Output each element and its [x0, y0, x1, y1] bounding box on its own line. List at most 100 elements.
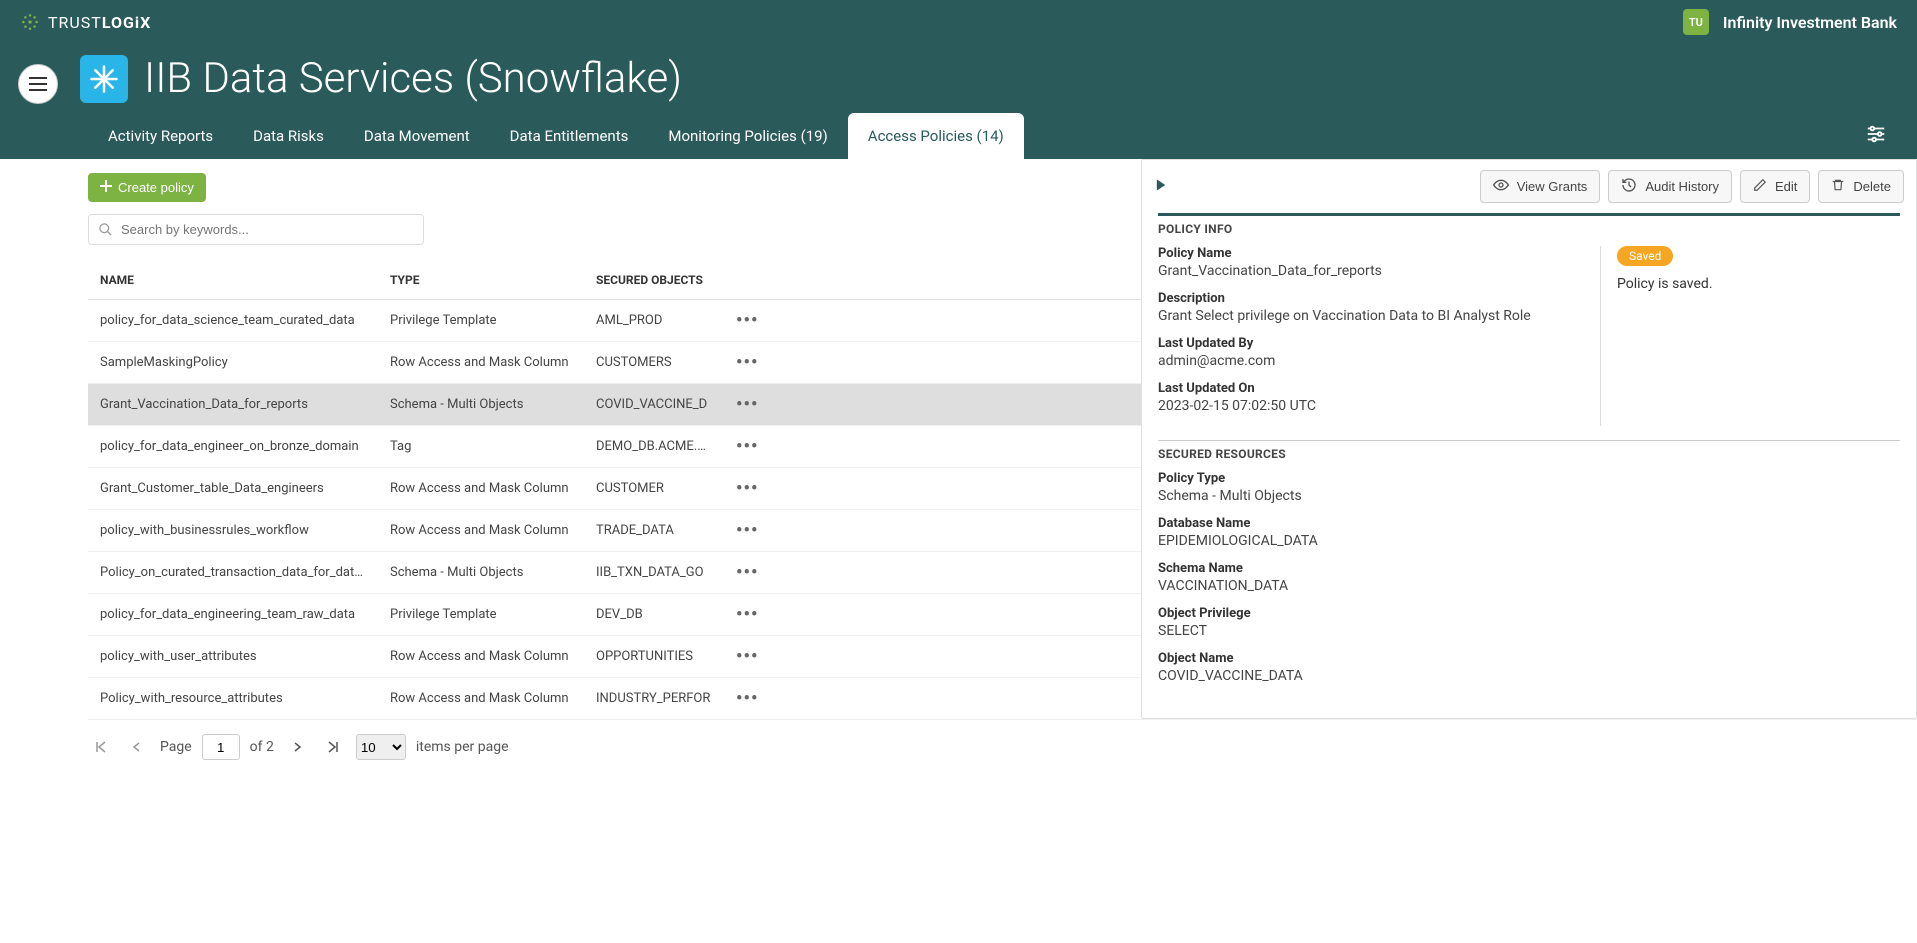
per-page-select[interactable]: 10 — [356, 734, 406, 760]
cell-name: policy_for_data_engineer_on_bronze_domai… — [88, 439, 378, 454]
cell-name: policy_for_data_engineering_team_raw_dat… — [88, 607, 378, 622]
tab-monitoring-policies[interactable]: Monitoring Policies (19) — [648, 113, 847, 159]
label-updated-on: Last Updated On — [1158, 381, 1576, 396]
tab-data-movement[interactable]: Data Movement — [344, 113, 490, 159]
value-schema-name: VACCINATION_DATA — [1158, 578, 1900, 594]
tab-data-entitlements[interactable]: Data Entitlements — [490, 113, 649, 159]
row-more-icon[interactable]: ••• — [736, 436, 758, 457]
cell-object: CUSTOMER — [584, 481, 724, 496]
search-wrap — [88, 214, 424, 245]
last-page-button[interactable] — [320, 734, 346, 760]
prev-page-button[interactable] — [124, 734, 150, 760]
cell-type: Row Access and Mask Column — [378, 355, 584, 370]
items-per-page-label: items per page — [416, 739, 509, 755]
cell-type: Tag — [378, 439, 584, 454]
next-page-button[interactable] — [284, 734, 310, 760]
th-name[interactable]: NAME — [88, 273, 378, 287]
row-more-icon[interactable]: ••• — [736, 310, 758, 331]
eye-icon — [1493, 179, 1509, 194]
view-grants-button[interactable]: View Grants — [1480, 170, 1601, 203]
cell-object: DEMO_DB.ACME.DA — [584, 439, 724, 454]
label-policy-name: Policy Name — [1158, 246, 1576, 261]
search-icon — [98, 222, 113, 237]
cell-object: IIB_TXN_DATA_GO — [584, 565, 724, 580]
cell-name: SampleMaskingPolicy — [88, 355, 378, 370]
value-updated-on: 2023-02-15 07:02:50 UTC — [1158, 398, 1576, 414]
cell-object: DEV_DB — [584, 607, 724, 622]
row-more-icon[interactable]: ••• — [736, 478, 758, 499]
cell-name: policy_with_businessrules_workflow — [88, 523, 378, 538]
row-more-icon[interactable]: ••• — [736, 394, 758, 415]
plus-icon — [100, 180, 112, 195]
cell-type: Privilege Template — [378, 607, 584, 622]
value-object-name: COVID_VACCINE_DATA — [1158, 668, 1900, 684]
topbar: TRUSTLOGiX TU Infinity Investment Bank — [0, 0, 1917, 44]
page-input[interactable] — [202, 734, 240, 760]
value-updated-by: admin@acme.com — [1158, 353, 1576, 369]
audit-history-button[interactable]: Audit History — [1608, 170, 1732, 203]
label-policy-type: Policy Type — [1158, 471, 1900, 486]
label-schema-name: Schema Name — [1158, 561, 1900, 576]
cell-type: Schema - Multi Objects — [378, 565, 584, 580]
first-page-button[interactable] — [88, 734, 114, 760]
brand: TRUSTLOGiX — [20, 12, 151, 32]
cell-object: OPPORTUNITIES — [584, 649, 724, 664]
topbar-right: TU Infinity Investment Bank — [1683, 9, 1897, 35]
tabs: Activity Reports Data Risks Data Movemen… — [0, 113, 1917, 159]
cell-type: Row Access and Mask Column — [378, 649, 584, 664]
cell-name: policy_for_data_science_team_curated_dat… — [88, 313, 378, 328]
row-more-icon[interactable]: ••• — [736, 520, 758, 541]
cell-object: TRADE_DATA — [584, 523, 724, 538]
delete-button[interactable]: Delete — [1818, 170, 1904, 203]
saved-badge: Saved — [1617, 246, 1673, 266]
collapse-panel-button[interactable] — [1154, 178, 1168, 196]
create-policy-button[interactable]: Create policy — [88, 173, 206, 202]
cell-name: policy_with_user_attributes — [88, 649, 378, 664]
row-more-icon[interactable]: ••• — [736, 562, 758, 583]
cell-type: Row Access and Mask Column — [378, 481, 584, 496]
edit-icon — [1753, 178, 1767, 195]
page-of-label: of 2 — [250, 739, 274, 755]
label-object-name: Object Name — [1158, 651, 1900, 666]
secured-resources-title: SECURED RESOURCES — [1158, 447, 1900, 461]
saved-message: Policy is saved. — [1617, 276, 1900, 292]
cell-name: Grant_Vaccination_Data_for_reports — [88, 397, 378, 412]
tune-icon[interactable] — [1865, 123, 1887, 149]
cell-type: Row Access and Mask Column — [378, 691, 584, 706]
value-db-name: EPIDEMIOLOGICAL_DATA — [1158, 533, 1900, 549]
th-type[interactable]: TYPE — [378, 273, 584, 287]
pager: Page of 2 10 items per page — [88, 720, 1917, 774]
value-policy-name: Grant_Vaccination_Data_for_reports — [1158, 263, 1576, 279]
cell-object: AML_PROD — [584, 313, 724, 328]
snowflake-icon — [80, 55, 128, 103]
search-input[interactable] — [88, 214, 424, 245]
tab-activity-reports[interactable]: Activity Reports — [88, 113, 233, 159]
label-updated-by: Last Updated By — [1158, 336, 1576, 351]
cell-object: INDUSTRY_PERFOR — [584, 691, 724, 706]
cell-name: Policy_with_resource_attributes — [88, 691, 378, 706]
hamburger-menu-button[interactable] — [18, 64, 58, 104]
cell-type: Schema - Multi Objects — [378, 397, 584, 412]
row-more-icon[interactable]: ••• — [736, 688, 758, 709]
label-privilege: Object Privilege — [1158, 606, 1900, 621]
row-more-icon[interactable]: ••• — [736, 352, 758, 373]
page-title: IIB Data Services (Snowflake) — [144, 54, 682, 103]
th-secured[interactable]: SECURED OBJECTS — [584, 273, 724, 287]
tab-access-policies[interactable]: Access Policies (14) — [848, 113, 1024, 159]
trash-icon — [1831, 178, 1845, 195]
history-icon — [1621, 177, 1637, 196]
page-label: Page — [160, 739, 192, 755]
org-name: Infinity Investment Bank — [1723, 13, 1897, 32]
tab-data-risks[interactable]: Data Risks — [233, 113, 344, 159]
policy-detail-panel: View Grants Audit History Edit Delete PO… — [1141, 159, 1917, 719]
cell-name: Grant_Customer_table_Data_engineers — [88, 481, 378, 496]
edit-button[interactable]: Edit — [1740, 170, 1810, 203]
content: Create policy NAME TYPE SECURED OBJECTS … — [0, 159, 1917, 774]
value-description: Grant Select privilege on Vaccination Da… — [1158, 308, 1576, 324]
label-description: Description — [1158, 291, 1576, 306]
row-more-icon[interactable]: ••• — [736, 604, 758, 625]
brand-name: TRUSTLOGiX — [48, 13, 151, 32]
row-more-icon[interactable]: ••• — [736, 646, 758, 667]
label-db-name: Database Name — [1158, 516, 1900, 531]
avatar[interactable]: TU — [1683, 9, 1709, 35]
